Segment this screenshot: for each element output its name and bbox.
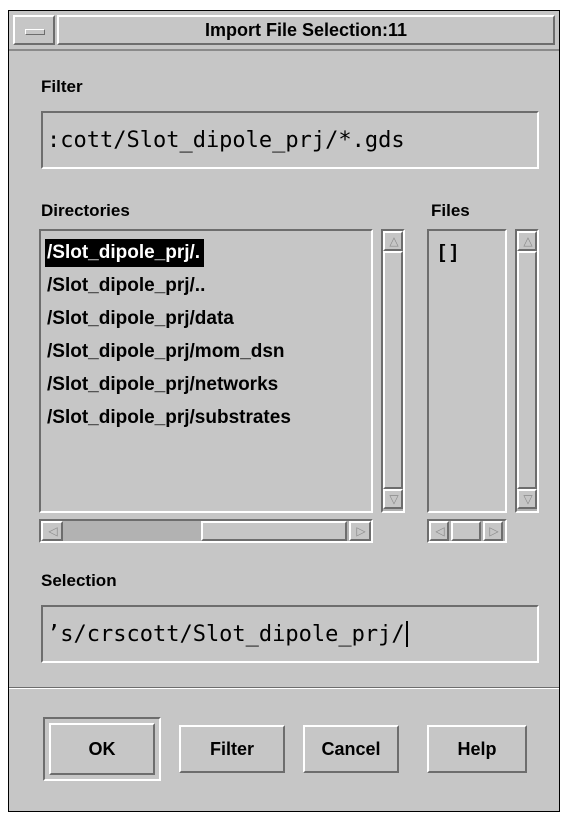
scroll-thumb[interactable] [451, 521, 481, 541]
arrow-down-icon: ▽ [523, 492, 533, 506]
arrow-up-icon: △ [523, 234, 533, 248]
arrow-right-icon: ▷ [489, 524, 499, 538]
directory-item[interactable]: /Slot_dipole_prj/. [45, 239, 205, 267]
directory-item[interactable]: /Slot_dipole_prj/.. [45, 272, 209, 300]
selection-input[interactable]: ’s/crscott/Slot_dipole_prj/ [41, 605, 539, 663]
scroll-thumb[interactable] [383, 251, 403, 489]
filter-input-text: :cott/Slot_dipole_prj/*.gds [47, 127, 405, 153]
file-item[interactable]: [ ] [437, 239, 461, 267]
scroll-left-button[interactable]: ◁ [429, 521, 449, 541]
scroll-up-button[interactable]: △ [383, 231, 403, 251]
text-cursor [405, 621, 408, 647]
scroll-down-button[interactable]: ▽ [517, 489, 537, 509]
selection-input-text: ’s/crscott/Slot_dipole_prj/ [47, 621, 405, 647]
filter-input[interactable]: :cott/Slot_dipole_prj/*.gds [41, 111, 539, 169]
title-bar: Import File Selection:11 [9, 11, 559, 51]
cancel-button[interactable]: Cancel [303, 725, 399, 773]
arrow-up-icon: △ [389, 234, 399, 248]
directory-item[interactable]: /Slot_dipole_prj/networks [45, 371, 282, 399]
title-area[interactable]: Import File Selection:11 [57, 15, 555, 45]
window-menu-icon [25, 29, 45, 35]
directories-list[interactable]: /Slot_dipole_prj/. /Slot_dipole_prj/.. /… [39, 229, 373, 513]
selection-label: Selection [41, 571, 117, 590]
files-vscrollbar[interactable]: △ ▽ [515, 229, 539, 513]
arrow-left-icon: ◁ [435, 524, 445, 538]
files-hscrollbar[interactable]: ◁ ▷ [427, 519, 507, 543]
scroll-thumb[interactable] [517, 251, 537, 489]
scroll-right-button[interactable]: ▷ [349, 521, 371, 541]
arrow-right-icon: ▷ [356, 524, 366, 538]
window-title: Import File Selection:11 [204, 19, 408, 40]
files-label: Files [431, 201, 470, 220]
filter-label: Filter [41, 77, 83, 96]
directories-hscrollbar[interactable]: ◁ ▷ [39, 519, 373, 543]
scroll-left-button[interactable]: ◁ [41, 521, 63, 541]
scroll-right-button[interactable]: ▷ [483, 521, 503, 541]
scroll-up-button[interactable]: △ [517, 231, 537, 251]
directory-item[interactable]: /Slot_dipole_prj/mom_dsn [45, 338, 289, 366]
scroll-thumb[interactable] [201, 521, 347, 541]
directories-vscrollbar[interactable]: △ ▽ [381, 229, 405, 513]
arrow-left-icon: ◁ [48, 524, 58, 538]
directory-item[interactable]: /Slot_dipole_prj/substrates [45, 404, 295, 432]
scroll-down-button[interactable]: ▽ [383, 489, 403, 509]
ok-button[interactable]: OK [49, 723, 155, 775]
directories-label: Directories [41, 201, 130, 220]
window-menu-button[interactable] [13, 15, 55, 45]
separator [9, 687, 559, 689]
filter-button[interactable]: Filter [179, 725, 285, 773]
files-list[interactable]: [ ] [427, 229, 507, 513]
help-button[interactable]: Help [427, 725, 527, 773]
directory-item[interactable]: /Slot_dipole_prj/data [45, 305, 238, 333]
import-file-dialog: Import File Selection:11 Filter :cott/Sl… [8, 10, 560, 812]
arrow-down-icon: ▽ [389, 492, 399, 506]
